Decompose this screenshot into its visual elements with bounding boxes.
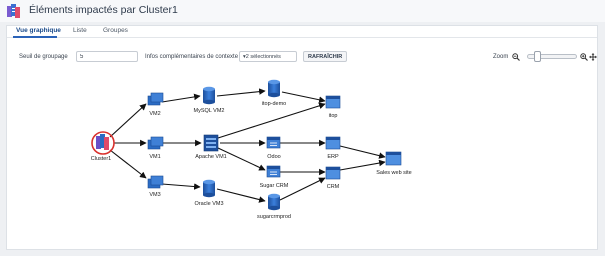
node-label-sales-web-site: Sales web site (376, 170, 411, 176)
edge-cluster1-vm2 (109, 103, 147, 138)
node-label-oracle-vm3: Oracle VM3 (194, 201, 223, 207)
node-mysql-vm2[interactable]: MySQL VM2 (194, 86, 225, 114)
web-application-icon (266, 136, 281, 149)
edge-sugarcrmprod-crm (279, 177, 326, 201)
database-icon (203, 86, 215, 105)
web-application-icon (266, 165, 281, 178)
edge-crm-saleswebsite (339, 159, 386, 171)
node-label-apache-vm1: Apache VM1 (195, 154, 227, 160)
virtual-machine-icon (147, 92, 164, 106)
node-label-vm3: VM3 (149, 192, 160, 198)
node-label-vm1: VM1 (149, 154, 160, 160)
virtual-machine-icon (147, 136, 164, 150)
node-label-sugarcrmprod: sugarcrmprod (257, 214, 291, 220)
node-label-itop: itop (329, 113, 338, 119)
database-icon (268, 79, 280, 98)
edge-oracle-sugarcrmprod (216, 188, 266, 203)
node-label-cluster1: Cluster1 (91, 156, 111, 162)
node-label-sugar-crm: Sugar CRM (260, 183, 289, 189)
application-solution-icon (325, 166, 341, 180)
node-vm1[interactable]: VM1 (147, 136, 164, 160)
node-oracle-vm3[interactable]: Oracle VM3 (194, 179, 224, 207)
node-vm2[interactable]: VM2 (147, 92, 164, 117)
edge-vm3-oracle (161, 183, 201, 190)
database-icon (203, 179, 215, 198)
cluster-icon (96, 134, 109, 150)
virtual-machine-icon (147, 175, 164, 189)
node-itop[interactable]: itop (325, 95, 341, 119)
business-process-icon (385, 151, 402, 166)
node-label-vm2: VM2 (149, 111, 160, 117)
web-server-icon (203, 134, 219, 152)
edge-mysql-itopdemo (216, 88, 266, 97)
edge-erp-saleswebsite (339, 145, 386, 159)
database-icon (268, 193, 280, 211)
edge-itopdemo-itop (281, 91, 326, 104)
node-vm3[interactable]: VM3 (147, 175, 164, 198)
node-odoo[interactable]: Odoo (266, 136, 281, 160)
edge-apache-itop (217, 102, 326, 139)
impact-graph: Cluster1 VM2 VM1 VM3 MySQL VM2 Oracle VM… (91, 79, 412, 220)
edge-cluster1-vm3 (109, 149, 147, 179)
node-label-erp: ERP (327, 154, 339, 160)
node-crm[interactable]: CRM (325, 166, 341, 190)
application-solution-icon (325, 95, 341, 109)
node-label-odoo: Odoo (267, 154, 280, 160)
edge-vm2-mysql (161, 93, 201, 103)
node-erp[interactable]: ERP (325, 136, 341, 160)
node-label-mysql-vm2: MySQL VM2 (194, 108, 225, 114)
node-apache-vm1[interactable]: Apache VM1 (195, 134, 227, 160)
application-solution-icon (325, 136, 341, 150)
node-label-itop-demo: itop-demo (262, 101, 286, 107)
node-itop-demo[interactable]: itop-demo (262, 79, 286, 107)
node-label-crm: CRM (327, 184, 340, 190)
